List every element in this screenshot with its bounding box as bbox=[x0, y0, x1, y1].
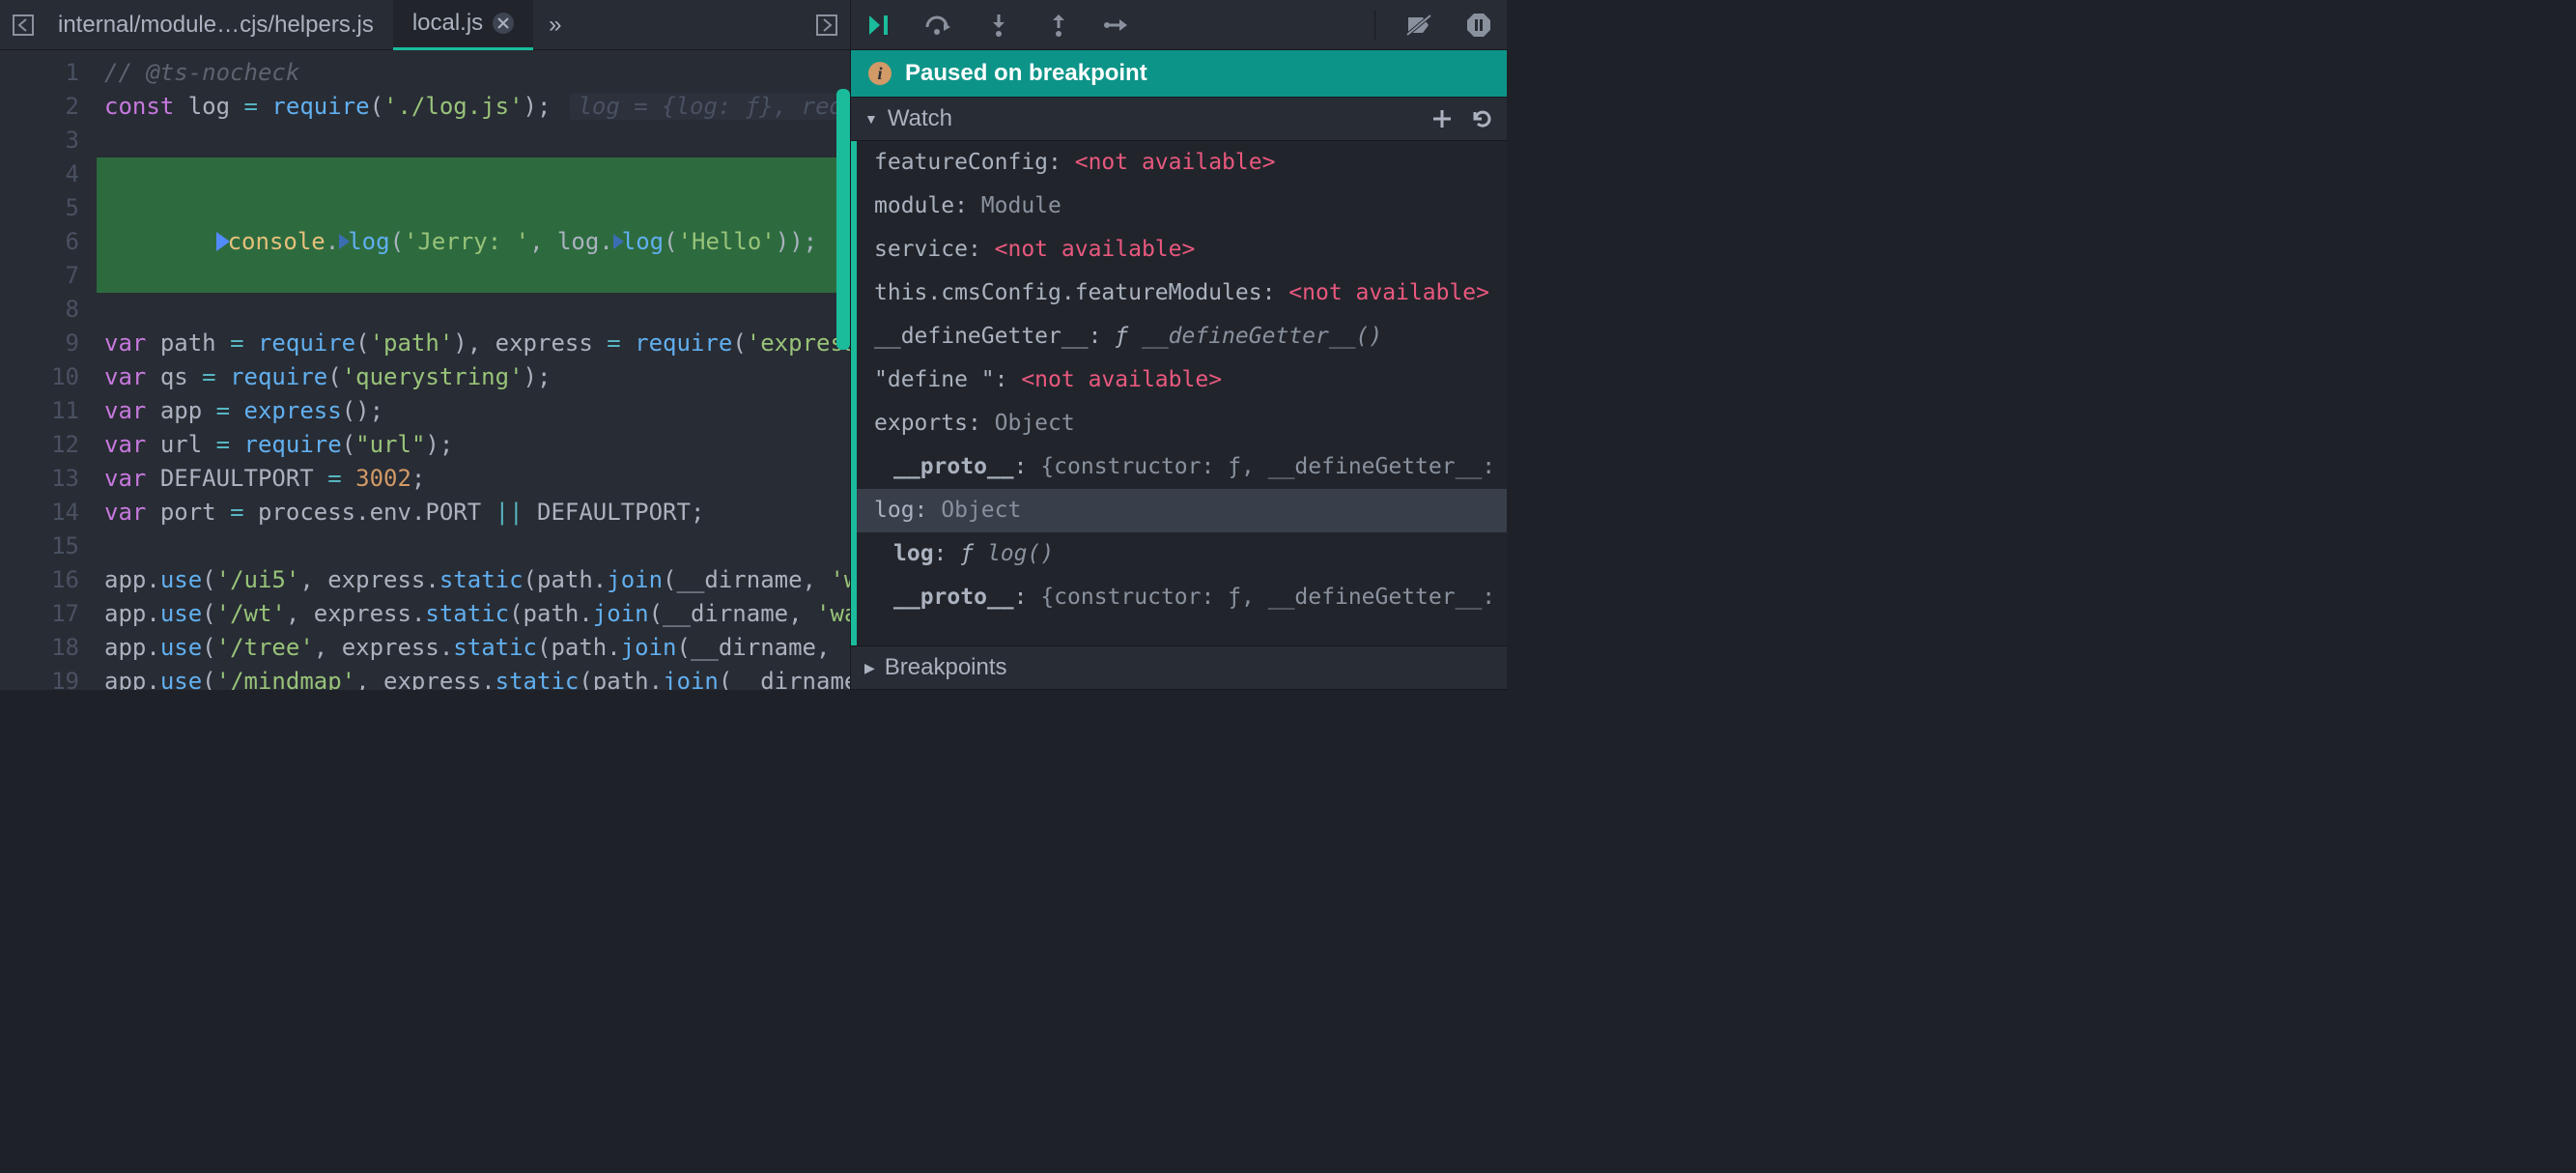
pause-on-exceptions-button[interactable] bbox=[1462, 9, 1495, 42]
watch-panel-title: Watch bbox=[888, 105, 952, 132]
tabs-prev-button[interactable] bbox=[8, 10, 39, 41]
watch-row[interactable]: log: Object bbox=[857, 489, 1507, 532]
watch-list[interactable]: featureConfig: <not available>module: Mo… bbox=[851, 141, 1507, 645]
watch-row[interactable]: log: ƒ log() bbox=[857, 532, 1507, 576]
editor-pane: internal/module…cjs/helpers.js local.js … bbox=[0, 0, 850, 690]
tabs-bar: internal/module…cjs/helpers.js local.js … bbox=[0, 0, 850, 50]
chevron-down-icon: ▼ bbox=[864, 111, 878, 127]
watch-name: log bbox=[893, 541, 934, 566]
watch-value: <not available> bbox=[1075, 150, 1276, 175]
step-over-button[interactable] bbox=[922, 9, 955, 42]
line-gutter: 12345678910111213141516171819 bbox=[0, 50, 97, 690]
watch-value: Object bbox=[941, 498, 1021, 523]
add-watch-button[interactable] bbox=[1431, 108, 1453, 129]
watch-row[interactable]: module: Module bbox=[857, 185, 1507, 228]
watch-row[interactable]: __defineGetter__: ƒ __defineGetter__() bbox=[857, 315, 1507, 358]
tab-label: local.js bbox=[412, 10, 483, 37]
info-icon: i bbox=[868, 62, 892, 85]
refresh-watch-button[interactable] bbox=[1472, 108, 1493, 129]
chevron-right-icon: ▶ bbox=[864, 660, 875, 676]
step-into-button[interactable] bbox=[982, 9, 1015, 42]
debug-toolbar bbox=[851, 0, 1507, 50]
watch-value: <not available> bbox=[1021, 367, 1222, 392]
watch-name: __proto__ bbox=[893, 585, 1014, 610]
watch-value: Module bbox=[981, 193, 1062, 218]
watch-row[interactable]: "define ": <not available> bbox=[857, 358, 1507, 402]
watch-row[interactable]: __proto__: {constructor: ƒ, __defineGett… bbox=[857, 445, 1507, 489]
overflow-glyph: » bbox=[549, 12, 561, 38]
watch-row[interactable]: featureConfig: <not available> bbox=[857, 141, 1507, 185]
watch-name: featureConfig bbox=[874, 150, 1048, 175]
watch-value: Object bbox=[995, 411, 1075, 436]
step-button[interactable] bbox=[1102, 9, 1135, 42]
scrollbar-thumb[interactable] bbox=[836, 89, 850, 350]
paused-banner-text: Paused on breakpoint bbox=[905, 60, 1147, 87]
watch-name: exports bbox=[874, 411, 968, 436]
step-out-button[interactable] bbox=[1042, 9, 1075, 42]
tab-helpers[interactable]: internal/module…cjs/helpers.js bbox=[39, 0, 393, 50]
debug-sidebar: i Paused on breakpoint ▼ Watch featureCo… bbox=[850, 0, 1507, 690]
resume-button[interactable] bbox=[863, 9, 895, 42]
watch-name: __defineGetter__ bbox=[874, 324, 1089, 349]
watch-name: this.cmsConfig.featureModules bbox=[874, 280, 1262, 305]
close-icon[interactable] bbox=[493, 13, 514, 34]
watch-panel-header[interactable]: ▼ Watch bbox=[851, 97, 1507, 141]
watch-name: service bbox=[874, 237, 968, 262]
watch-value: <not available> bbox=[995, 237, 1196, 262]
watch-name: module bbox=[874, 193, 954, 218]
watch-value: ƒ __defineGetter__() bbox=[1115, 324, 1382, 349]
watch-name: "define " bbox=[874, 367, 995, 392]
watch-row[interactable]: service: <not available> bbox=[857, 228, 1507, 272]
watch-name: __proto__ bbox=[893, 454, 1014, 479]
watch-row[interactable]: exports: Object bbox=[857, 402, 1507, 445]
tab-local-js[interactable]: local.js bbox=[393, 0, 533, 50]
watch-value: ƒ log() bbox=[960, 541, 1054, 566]
tabs-overflow-button[interactable]: » bbox=[533, 12, 577, 39]
breakpoints-panel-title: Breakpoints bbox=[885, 654, 1007, 681]
tabs-next-button[interactable] bbox=[811, 10, 842, 41]
paused-banner: i Paused on breakpoint bbox=[851, 50, 1507, 97]
deactivate-breakpoints-button[interactable] bbox=[1402, 9, 1435, 42]
watch-name: log bbox=[874, 498, 915, 523]
watch-value: {constructor: ƒ, __defineGetter__: ƒ, __… bbox=[1040, 585, 1507, 610]
watch-value: {constructor: ƒ, __defineGetter__: ƒ, __… bbox=[1040, 454, 1507, 479]
breakpoints-panel-header[interactable]: ▶ Breakpoints bbox=[851, 645, 1507, 690]
watch-row[interactable]: this.cmsConfig.featureModules: <not avai… bbox=[857, 272, 1507, 315]
tab-label: internal/module…cjs/helpers.js bbox=[58, 12, 374, 39]
watch-row[interactable]: __proto__: {constructor: ƒ, __defineGett… bbox=[857, 576, 1507, 619]
code-editor[interactable]: 12345678910111213141516171819 // @ts-noc… bbox=[0, 50, 850, 690]
inline-value-hint: log = {log: ƒ}, require = ƒ require(p bbox=[570, 93, 850, 120]
code-content: // @ts-nocheck const log = require('./lo… bbox=[97, 50, 850, 690]
current-execution-line: console.log('Jerry: ', log.log('Hello'))… bbox=[97, 157, 850, 293]
watch-value: <not available> bbox=[1288, 280, 1489, 305]
